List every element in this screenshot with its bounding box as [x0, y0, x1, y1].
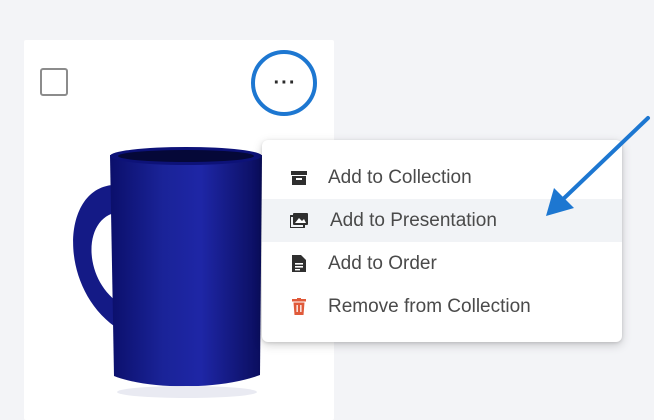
- archive-box-icon: [290, 169, 308, 187]
- menu-item-label: Remove from Collection: [328, 295, 531, 317]
- menu-item-add-to-order[interactable]: Add to Order: [262, 242, 622, 285]
- presentation-image-icon: [290, 212, 308, 230]
- menu-item-remove-from-collection[interactable]: Remove from Collection: [262, 285, 622, 328]
- document-icon: [290, 255, 308, 273]
- menu-item-label: Add to Presentation: [330, 209, 497, 231]
- menu-item-add-to-collection[interactable]: Add to Collection: [262, 156, 622, 199]
- product-image[interactable]: [50, 140, 280, 405]
- more-options-button[interactable]: ···: [264, 62, 306, 104]
- select-checkbox[interactable]: [40, 68, 68, 96]
- trash-icon: [290, 298, 308, 316]
- menu-item-add-to-presentation[interactable]: Add to Presentation: [262, 199, 622, 242]
- more-options-label: ···: [273, 72, 297, 94]
- menu-item-label: Add to Collection: [328, 166, 472, 188]
- menu-item-label: Add to Order: [328, 252, 437, 274]
- context-menu: Add to Collection Add to Presentation Ad…: [262, 140, 622, 342]
